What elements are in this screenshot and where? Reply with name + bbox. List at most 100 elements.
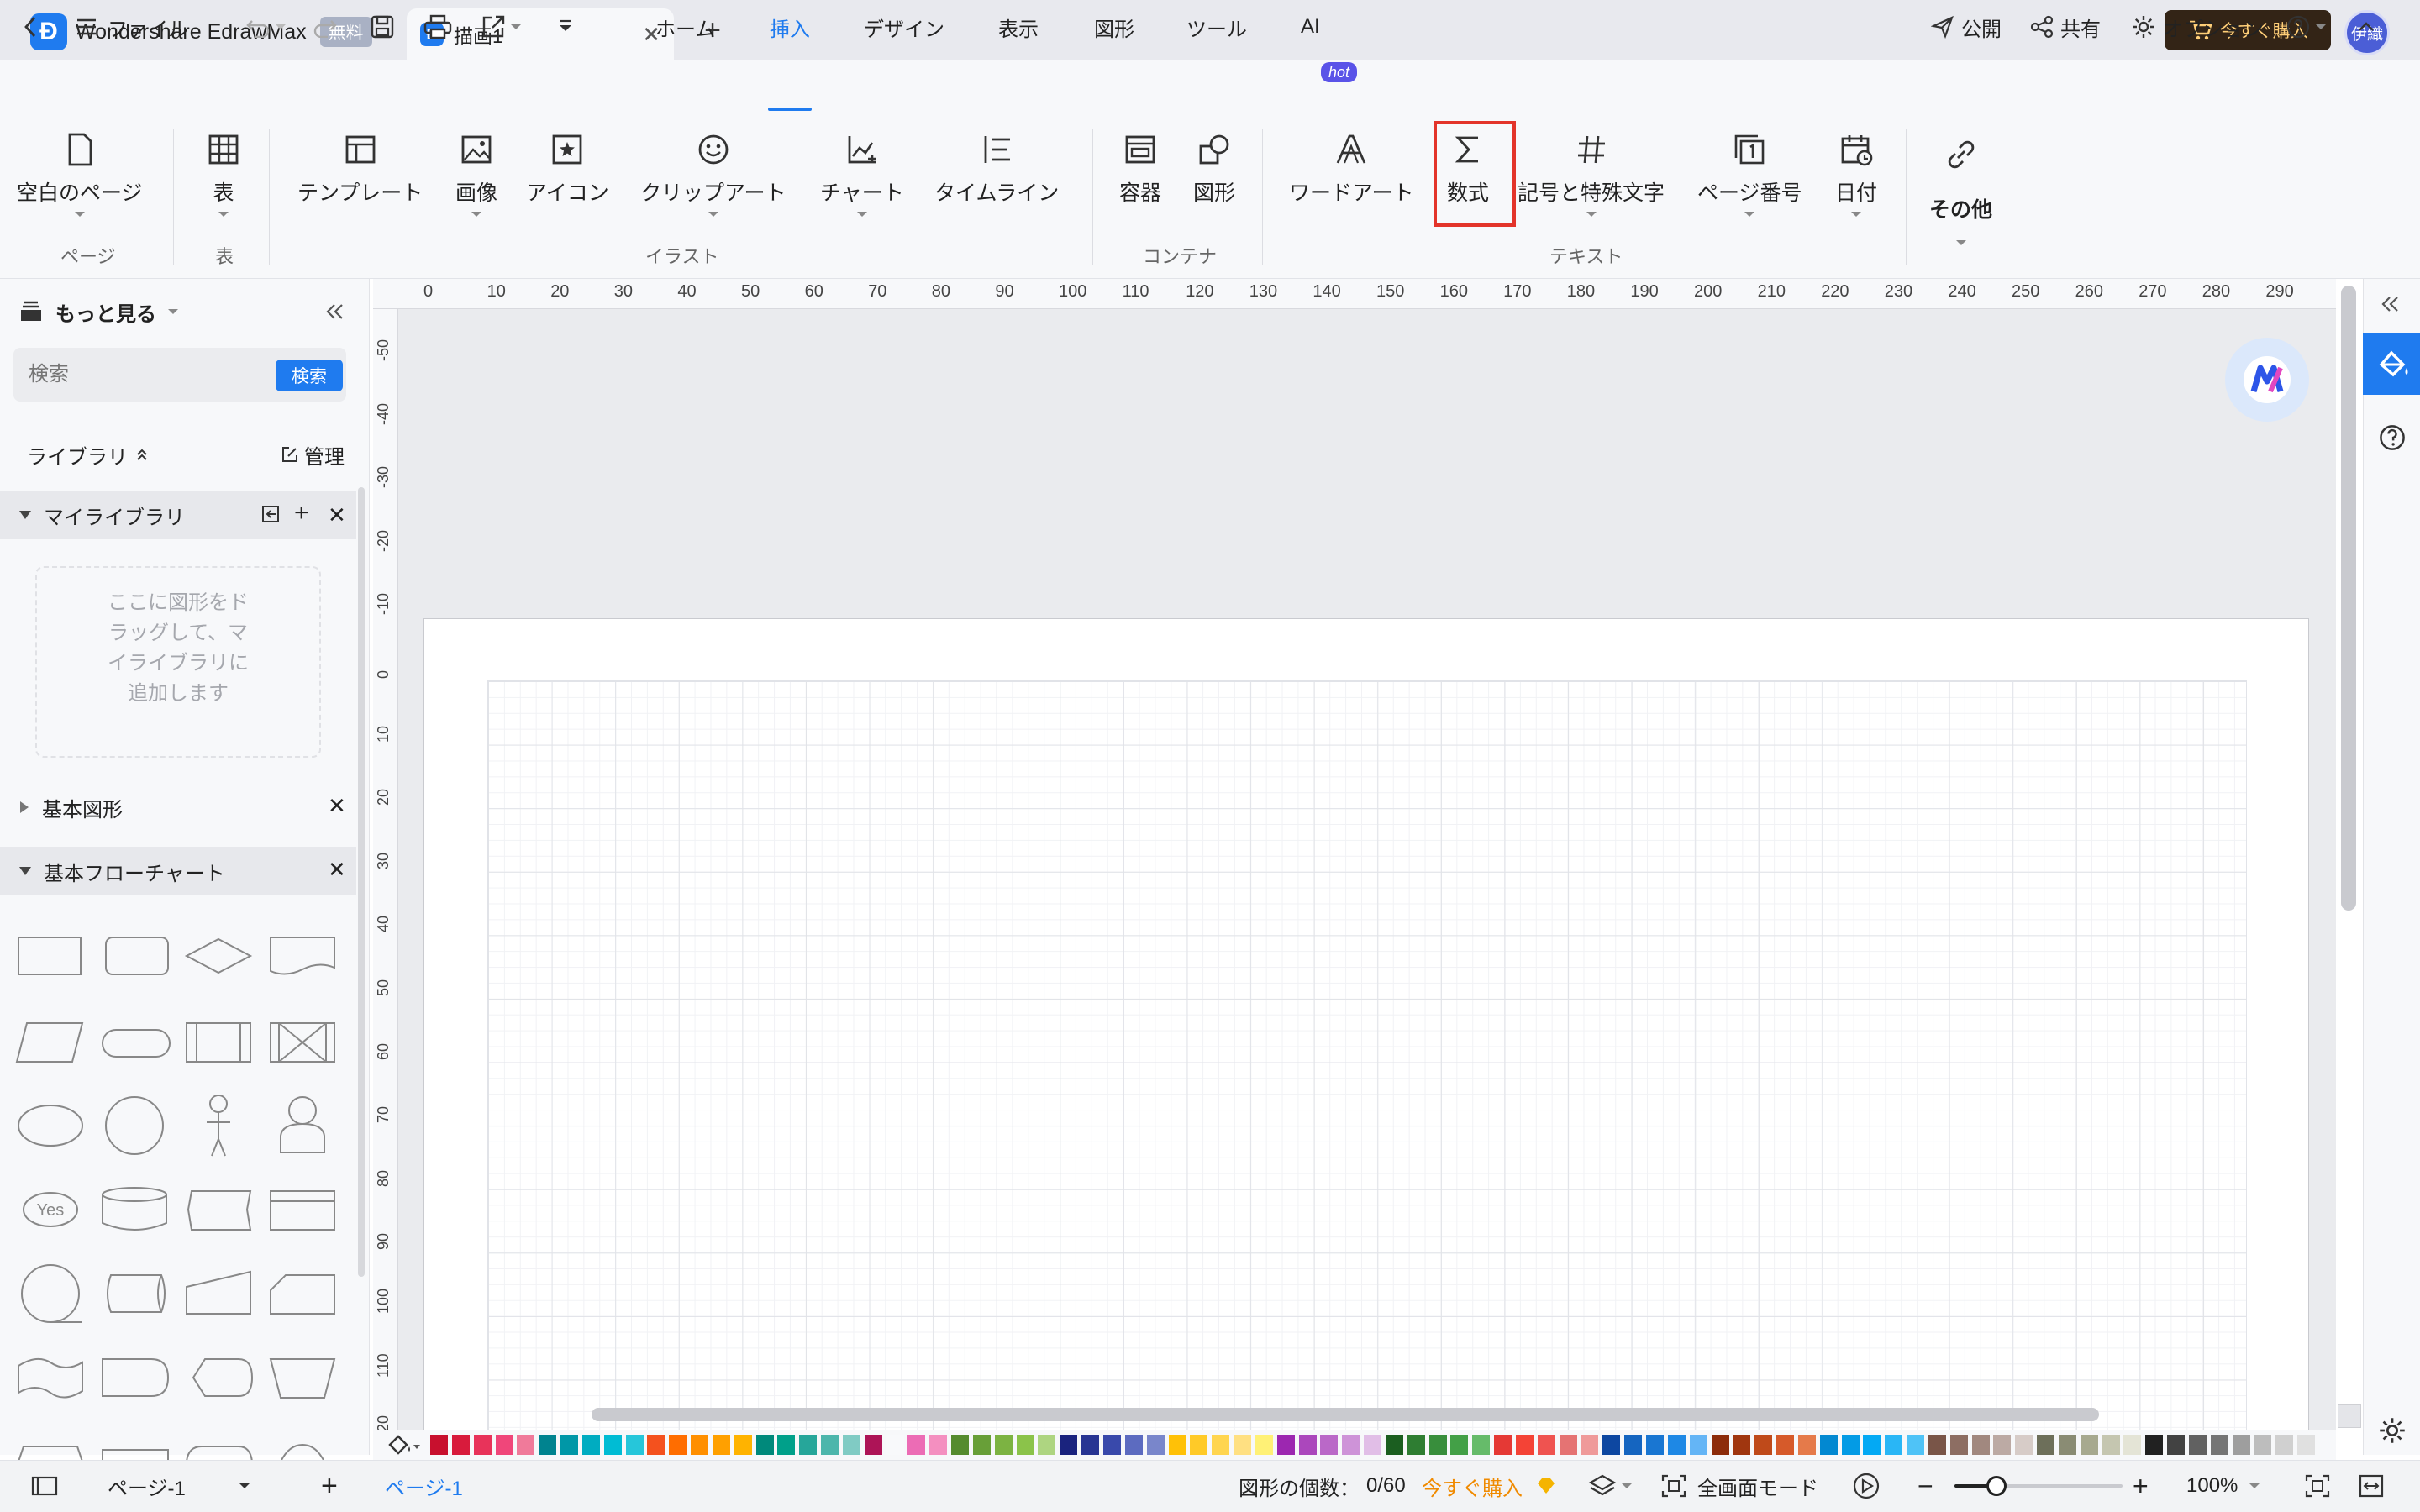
color-swatch[interactable] bbox=[1733, 1435, 1751, 1455]
shape-actor[interactable] bbox=[207, 1095, 230, 1157]
shape-delay[interactable] bbox=[102, 1358, 170, 1397]
color-swatch[interactable] bbox=[908, 1435, 926, 1455]
color-swatch[interactable] bbox=[473, 1435, 492, 1455]
undo-button[interactable] bbox=[245, 0, 286, 54]
color-swatch[interactable] bbox=[1971, 1435, 1990, 1455]
color-swatch[interactable] bbox=[1797, 1435, 1816, 1455]
ai-assistant-button[interactable] bbox=[2225, 338, 2309, 422]
color-swatch[interactable] bbox=[1385, 1435, 1403, 1455]
shape-button[interactable]: 図形 bbox=[1193, 131, 1235, 207]
wordart-button[interactable]: ワードアート bbox=[1289, 131, 1414, 207]
shape-display[interactable] bbox=[192, 1358, 254, 1397]
zoom-out-button[interactable]: − bbox=[1918, 1460, 1933, 1512]
color-swatch[interactable] bbox=[1168, 1435, 1186, 1455]
color-swatch[interactable] bbox=[1581, 1435, 1599, 1455]
color-swatch[interactable] bbox=[1993, 1435, 2012, 1455]
export-button[interactable] bbox=[481, 0, 521, 54]
page-number-button[interactable]: ページ番号 bbox=[1697, 131, 1802, 217]
color-swatch[interactable] bbox=[581, 1435, 600, 1455]
color-swatch[interactable] bbox=[1320, 1435, 1339, 1455]
color-swatch[interactable] bbox=[560, 1435, 579, 1455]
add-library-icon[interactable]: + bbox=[294, 501, 309, 526]
color-swatch[interactable] bbox=[1624, 1435, 1643, 1455]
vertical-scrollbar[interactable] bbox=[2341, 286, 2356, 911]
tab-design[interactable]: デザイン bbox=[864, 0, 944, 54]
container-button[interactable]: 容器 bbox=[1119, 131, 1161, 207]
color-swatch[interactable] bbox=[886, 1435, 904, 1455]
shape-process[interactable] bbox=[18, 937, 82, 975]
color-swatch[interactable] bbox=[1841, 1435, 1860, 1455]
color-swatch[interactable] bbox=[1472, 1435, 1491, 1455]
close-icon[interactable]: ✕ bbox=[328, 857, 346, 883]
shape-user[interactable] bbox=[280, 1096, 325, 1153]
color-swatch[interactable] bbox=[2037, 1435, 2055, 1455]
color-swatch[interactable] bbox=[1450, 1435, 1469, 1455]
shape-circle[interactable] bbox=[105, 1096, 164, 1155]
shape-internal-storage[interactable] bbox=[270, 1190, 335, 1231]
color-swatch[interactable] bbox=[1928, 1435, 1946, 1455]
shape-yes-ellipse[interactable]: Yes bbox=[23, 1192, 78, 1227]
tab-shapes[interactable]: 図形 bbox=[1094, 0, 1134, 54]
color-swatch[interactable] bbox=[1212, 1435, 1230, 1455]
style-panel-button[interactable] bbox=[2363, 333, 2420, 395]
color-swatch[interactable] bbox=[1428, 1435, 1447, 1455]
color-swatch[interactable] bbox=[2297, 1435, 2316, 1455]
more-shapes-dropdown[interactable]: もっと見る bbox=[18, 287, 375, 336]
color-swatch[interactable] bbox=[2254, 1435, 2272, 1455]
color-swatch[interactable] bbox=[1559, 1435, 1577, 1455]
color-swatch[interactable] bbox=[1645, 1435, 1664, 1455]
close-icon[interactable]: ✕ bbox=[328, 793, 346, 819]
color-swatch[interactable] bbox=[603, 1435, 622, 1455]
page-dropdown[interactable]: ページ-1 bbox=[108, 1460, 250, 1512]
zoom-in-button[interactable]: + bbox=[2133, 1460, 2149, 1512]
color-swatch[interactable] bbox=[821, 1435, 839, 1455]
fill-picker-button[interactable] bbox=[387, 1433, 424, 1457]
tab-view[interactable]: 表示 bbox=[998, 0, 1039, 54]
more-button[interactable]: その他 bbox=[1929, 136, 1992, 245]
color-swatch[interactable] bbox=[1907, 1435, 1925, 1455]
color-swatch[interactable] bbox=[1667, 1435, 1686, 1455]
color-swatch[interactable] bbox=[1819, 1435, 1838, 1455]
zoom-slider-handle[interactable] bbox=[1986, 1476, 2007, 1496]
color-swatch[interactable] bbox=[669, 1435, 687, 1455]
shape-document[interactable] bbox=[270, 937, 335, 975]
color-swatch[interactable] bbox=[1342, 1435, 1360, 1455]
color-swatch[interactable] bbox=[712, 1435, 730, 1455]
tab-tools[interactable]: ツール bbox=[1186, 0, 1247, 54]
color-swatch[interactable] bbox=[1689, 1435, 1707, 1455]
color-swatch[interactable] bbox=[1537, 1435, 1555, 1455]
color-swatch[interactable] bbox=[495, 1435, 513, 1455]
color-swatch[interactable] bbox=[734, 1435, 752, 1455]
color-swatch[interactable] bbox=[647, 1435, 666, 1455]
color-swatch[interactable] bbox=[1081, 1435, 1100, 1455]
image-button[interactable]: 画像 bbox=[455, 131, 497, 217]
clipart-button[interactable]: クリップアート bbox=[640, 131, 786, 217]
color-swatch[interactable] bbox=[451, 1435, 470, 1455]
color-swatch[interactable] bbox=[1103, 1435, 1121, 1455]
color-swatch[interactable] bbox=[1515, 1435, 1534, 1455]
play-button[interactable] bbox=[1852, 1460, 1881, 1512]
color-swatch[interactable] bbox=[1016, 1435, 1034, 1455]
quick-access-more-button[interactable] bbox=[556, 0, 575, 54]
blank-page-button[interactable]: 空白のページ bbox=[17, 131, 143, 217]
color-swatch[interactable] bbox=[2210, 1435, 2228, 1455]
search-input[interactable] bbox=[29, 348, 264, 402]
tab-insert[interactable]: 挿入 bbox=[770, 0, 810, 54]
color-swatch[interactable] bbox=[1364, 1435, 1382, 1455]
color-swatch[interactable] bbox=[864, 1435, 882, 1455]
redo-button[interactable] bbox=[313, 0, 338, 54]
color-swatch[interactable] bbox=[755, 1435, 774, 1455]
shape-database[interactable] bbox=[102, 1187, 167, 1231]
save-button[interactable] bbox=[370, 0, 395, 54]
color-swatch[interactable] bbox=[1060, 1435, 1078, 1455]
color-swatch[interactable] bbox=[1298, 1435, 1317, 1455]
color-swatch[interactable] bbox=[691, 1435, 709, 1455]
color-swatch[interactable] bbox=[2102, 1435, 2120, 1455]
shape-tape[interactable] bbox=[18, 1357, 83, 1399]
color-swatch[interactable] bbox=[777, 1435, 796, 1455]
fit-page-button[interactable] bbox=[2304, 1460, 2331, 1512]
color-swatch[interactable] bbox=[1602, 1435, 1621, 1455]
fit-width-button[interactable] bbox=[2358, 1460, 2385, 1512]
tab-ai[interactable]: AI bbox=[1301, 0, 1320, 54]
help-panel-button[interactable] bbox=[2378, 423, 2407, 452]
